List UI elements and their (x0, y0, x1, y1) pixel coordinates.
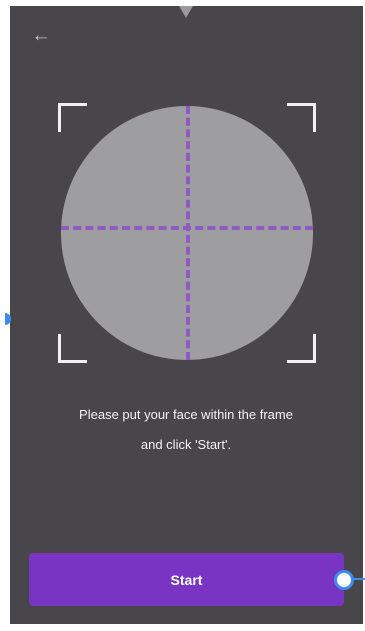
crosshair-vertical (186, 106, 190, 360)
frame-corner-top-right (287, 103, 316, 132)
top-notch-indicator (179, 6, 193, 18)
frame-corner-bottom-left (58, 334, 87, 363)
start-button[interactable]: Start (29, 553, 344, 606)
instruction-line-1: Please put your face within the frame (79, 407, 293, 422)
instruction-text: Please put your face within the frame an… (26, 400, 346, 460)
back-arrow-icon[interactable]: ← (31, 24, 51, 48)
frame-corner-top-left (58, 103, 87, 132)
frame-corner-bottom-right (287, 334, 316, 363)
face-preview-circle (61, 106, 313, 360)
selection-handle-right[interactable] (334, 570, 354, 590)
instruction-line-2: and click 'Start'. (140, 437, 232, 452)
face-frame (58, 103, 316, 363)
selection-handle-connector (354, 578, 365, 580)
